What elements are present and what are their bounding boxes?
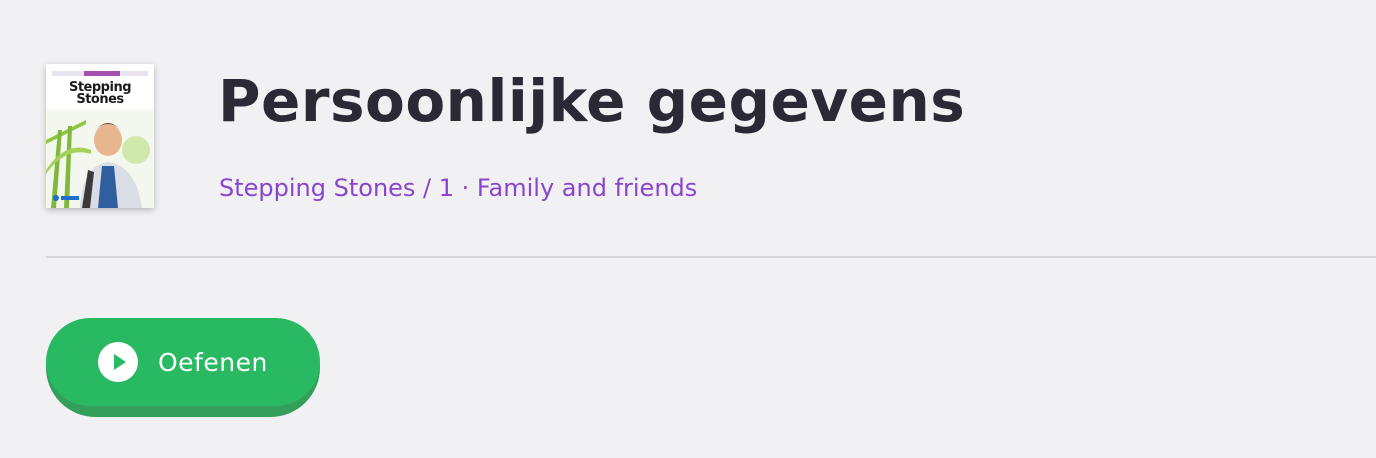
practice-button-label: Oefenen — [158, 347, 268, 377]
lesson-header: Stepping Stones Persoonlijke gegevens St… — [46, 64, 1376, 210]
cover-title: Stepping Stones — [46, 81, 154, 107]
practice-button[interactable]: Oefenen — [46, 318, 320, 417]
cover-title-line2: Stones — [76, 92, 124, 107]
breadcrumb[interactable]: Stepping Stones / 1 · Family and friends — [219, 172, 697, 204]
practice-button-face[interactable]: Oefenen — [46, 318, 320, 406]
cover-illustration — [46, 110, 154, 208]
cover-top-bar — [52, 71, 148, 76]
header-divider — [46, 256, 1376, 258]
play-icon — [98, 342, 138, 382]
page-title: Persoonlijke gegevens — [218, 67, 966, 135]
book-cover-image: Stepping Stones — [46, 64, 154, 208]
